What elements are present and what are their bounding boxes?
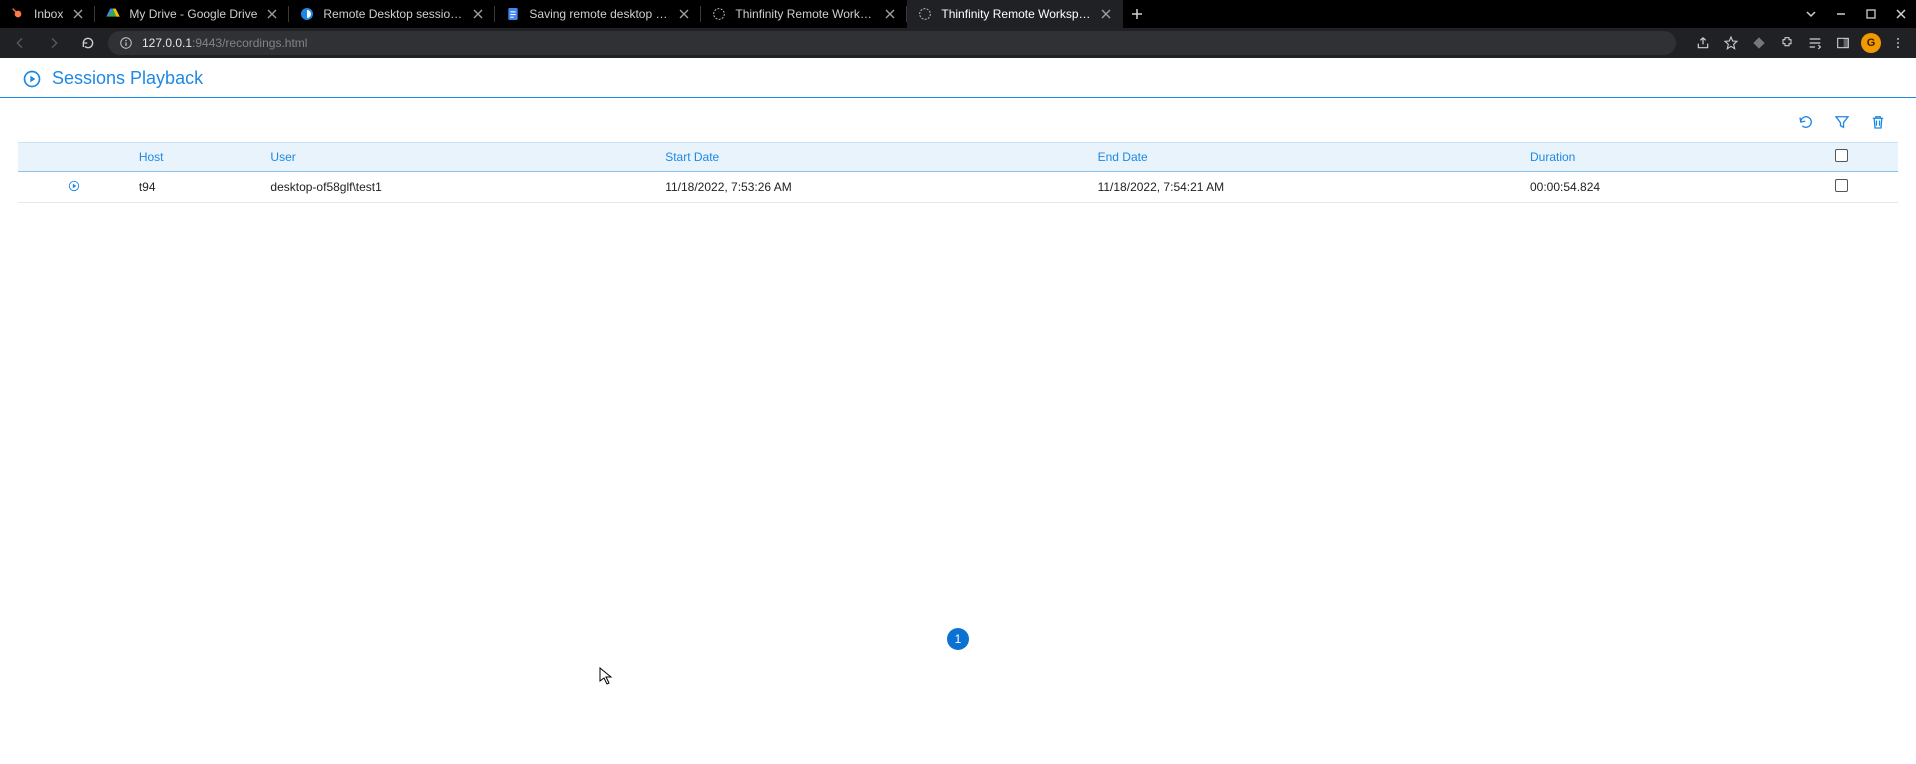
avatar-letter: G xyxy=(1861,33,1881,53)
page-1[interactable]: 1 xyxy=(947,628,969,650)
close-icon[interactable] xyxy=(71,7,85,21)
tab-title: Inbox xyxy=(34,7,63,21)
close-window-button[interactable] xyxy=(1886,0,1916,28)
thinfinity-icon xyxy=(299,6,315,22)
pager: 1 xyxy=(0,628,1916,650)
browser-chrome: Inbox My Drive - Google Drive Remote Des… xyxy=(0,0,1916,58)
tab-rdp-recording[interactable]: Remote Desktop session recordin xyxy=(289,0,495,28)
tab-drive[interactable]: My Drive - Google Drive xyxy=(95,0,289,28)
col-start[interactable]: Start Date xyxy=(657,143,1089,172)
url-text: 127.0.0.1:9443/recordings.html xyxy=(142,36,307,50)
reading-list-icon[interactable] xyxy=(1802,30,1828,56)
thinfinity-icon xyxy=(917,6,933,22)
google-drive-icon xyxy=(105,6,121,22)
close-icon[interactable] xyxy=(265,7,279,21)
google-docs-icon xyxy=(505,6,521,22)
delete-button[interactable] xyxy=(1868,112,1888,132)
tab-title: Saving remote desktop sessions xyxy=(529,7,669,21)
back-button[interactable] xyxy=(6,29,34,57)
cell-end: 11/18/2022, 7:54:21 AM xyxy=(1090,172,1522,203)
side-panel-icon[interactable] xyxy=(1830,30,1856,56)
play-circle-icon xyxy=(22,69,42,89)
bookmark-icon[interactable] xyxy=(1718,30,1744,56)
cell-user: desktop-of58glf\test1 xyxy=(262,172,657,203)
row-checkbox[interactable] xyxy=(1835,179,1848,192)
sessions-table: Host User Start Date End Date Duration t… xyxy=(18,142,1898,203)
maximize-button[interactable] xyxy=(1856,0,1886,28)
tab-title: Remote Desktop session recordin xyxy=(323,7,463,21)
tab-thinfinity[interactable]: Thinfinity Remote Workspace xyxy=(701,0,907,28)
tab-inbox[interactable]: Inbox xyxy=(0,0,95,28)
play-icon[interactable] xyxy=(66,178,82,194)
close-icon[interactable] xyxy=(471,7,485,21)
refresh-button[interactable] xyxy=(1796,112,1816,132)
thinfinity-icon xyxy=(711,6,727,22)
page-title: Sessions Playback xyxy=(52,68,203,89)
info-icon[interactable] xyxy=(118,35,134,51)
toolbar: 127.0.0.1:9443/recordings.html G xyxy=(0,28,1916,58)
page-header: Sessions Playback xyxy=(0,58,1916,98)
cell-host: t94 xyxy=(131,172,263,203)
menu-kebab-icon[interactable] xyxy=(1886,31,1910,55)
close-icon[interactable] xyxy=(1099,7,1113,21)
page: Sessions Playback Host User Start Date E… xyxy=(0,58,1916,764)
action-bar xyxy=(0,98,1916,142)
tab-strip: Inbox My Drive - Google Drive Remote Des… xyxy=(0,0,1916,28)
col-end[interactable]: End Date xyxy=(1090,143,1522,172)
cell-play[interactable] xyxy=(18,172,131,203)
forward-button[interactable] xyxy=(40,29,68,57)
extensions-icon[interactable] xyxy=(1774,30,1800,56)
col-host[interactable]: Host xyxy=(131,143,263,172)
tab-title: Thinfinity Remote Workspace - S xyxy=(941,7,1091,21)
col-duration[interactable]: Duration xyxy=(1522,143,1785,172)
url-host: 127.0.0.1 xyxy=(142,36,192,50)
address-bar[interactable]: 127.0.0.1:9443/recordings.html xyxy=(108,31,1676,55)
select-all-checkbox[interactable] xyxy=(1835,149,1848,162)
table-header-row: Host User Start Date End Date Duration xyxy=(18,143,1898,172)
sessions-table-wrap: Host User Start Date End Date Duration t… xyxy=(0,142,1916,203)
cell-start: 11/18/2022, 7:53:26 AM xyxy=(657,172,1089,203)
cell-select[interactable] xyxy=(1785,172,1898,203)
hubspot-icon xyxy=(10,6,26,22)
minimize-button[interactable] xyxy=(1826,0,1856,28)
cell-duration: 00:00:54.824 xyxy=(1522,172,1785,203)
col-user[interactable]: User xyxy=(262,143,657,172)
tab-thinfinity-active[interactable]: Thinfinity Remote Workspace - S xyxy=(907,0,1123,28)
col-play[interactable] xyxy=(18,143,131,172)
tab-title: Thinfinity Remote Workspace xyxy=(735,7,875,21)
window-controls xyxy=(1796,0,1916,28)
table-row[interactable]: t94 desktop-of58glf\test1 11/18/2022, 7:… xyxy=(18,172,1898,203)
share-icon[interactable] xyxy=(1690,30,1716,56)
mouse-cursor-icon xyxy=(599,667,613,690)
toolbar-right: G xyxy=(1690,30,1910,56)
extension-diamond-icon[interactable] xyxy=(1746,30,1772,56)
close-icon[interactable] xyxy=(883,7,897,21)
close-icon[interactable] xyxy=(677,7,691,21)
reload-button[interactable] xyxy=(74,29,102,57)
filter-button[interactable] xyxy=(1832,112,1852,132)
chevron-down-icon[interactable] xyxy=(1796,0,1826,28)
tab-docs[interactable]: Saving remote desktop sessions xyxy=(495,0,701,28)
url-path: :9443/recordings.html xyxy=(192,36,307,50)
col-select-all[interactable] xyxy=(1785,143,1898,172)
profile-avatar[interactable]: G xyxy=(1858,30,1884,56)
tab-title: My Drive - Google Drive xyxy=(129,7,257,21)
new-tab-button[interactable] xyxy=(1123,0,1151,28)
